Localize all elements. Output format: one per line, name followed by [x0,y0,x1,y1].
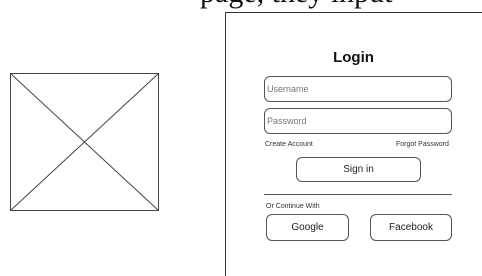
google-button[interactable]: Google [266,214,349,241]
facebook-button[interactable]: Facebook [370,214,452,241]
image-placeholder-icon [10,73,159,211]
sign-in-button[interactable]: Sign in [296,157,421,182]
continue-with-label: Or Continue With [266,203,320,210]
page-title: Login [333,49,374,66]
password-field[interactable] [264,108,452,134]
create-account-link[interactable]: Create Account [265,141,313,148]
partial-header-text: page, they input [200,0,392,10]
forgot-password-link[interactable]: Forgot Password [396,141,449,148]
divider [264,194,452,195]
username-field[interactable] [264,76,452,102]
